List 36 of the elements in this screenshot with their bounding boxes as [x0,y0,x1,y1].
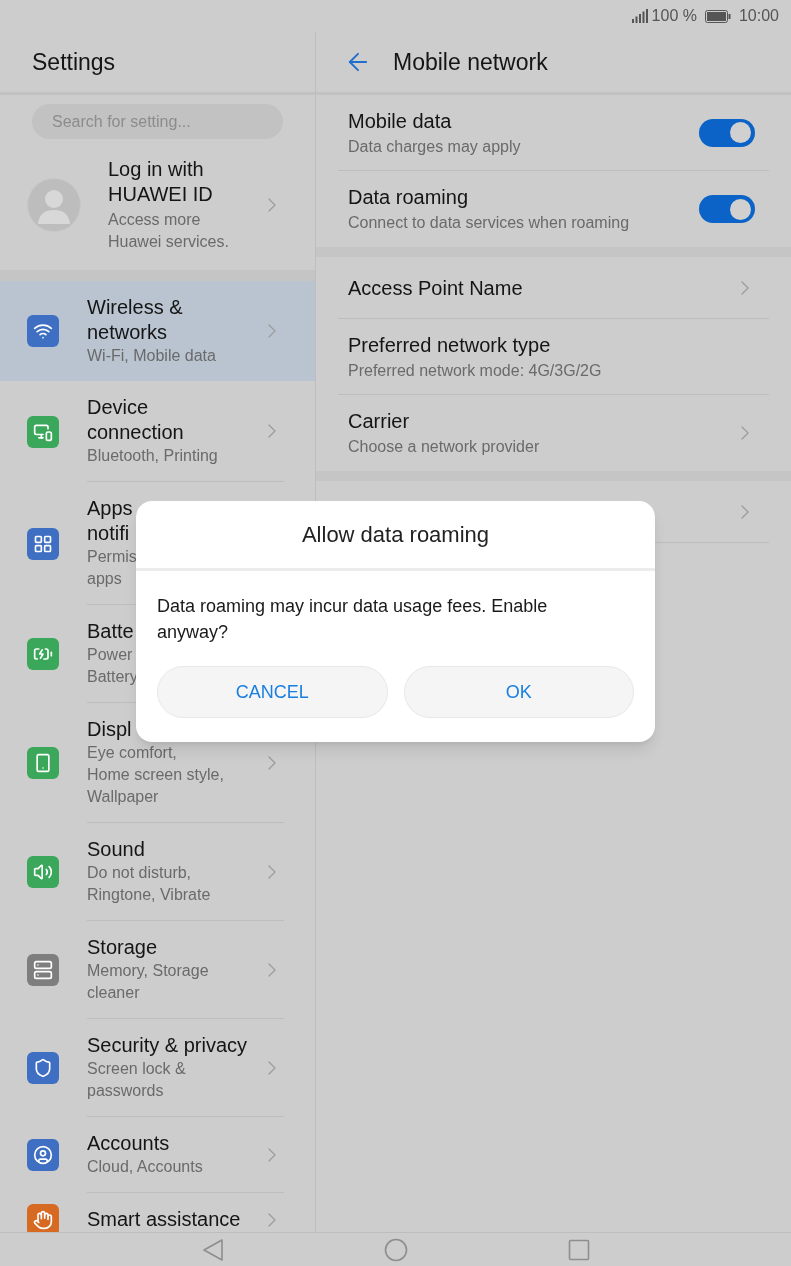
row-title: Preferred network type [348,332,552,358]
item-title: Apps notifi [87,496,133,546]
item-subtitle: Permis apps [87,547,137,589]
row-subtitle: Choose a network provider [348,437,541,457]
item-subtitle: Cloud, Accounts [87,1157,203,1177]
page-title: Mobile network [393,47,548,77]
item-title: Smart assistance [87,1207,241,1232]
row-subtitle: Data charges may apply [348,136,522,157]
row-title: Mobile data [348,108,453,134]
row-title: Access Point Name [348,275,524,301]
item-title: Security & privacy [87,1033,248,1058]
item-title: Accounts [87,1131,170,1156]
item-subtitle: Wi-Fi, Mobile data [87,346,216,366]
item-title: Storage [87,935,158,960]
item-subtitle: Eye comfort, Home screen style, Wallpaper [87,743,224,807]
item-title: Displ [87,717,132,742]
item-title: Device connection [87,395,184,445]
item-subtitle: Memory, Storage cleaner [87,961,209,1003]
item-title: Wireless & networks [87,295,183,345]
battery-level: 100 % [651,6,697,26]
item-subtitle: Bluetooth, Printing [87,446,218,466]
clock: 10:00 [738,6,779,26]
item-title: Sound [87,837,145,862]
sidebar-title: Settings [32,47,116,77]
account-subtitle: Access more Huawei services. [108,209,230,252]
row-subtitle: Preferred network mode: 4G/3G/2G [348,360,603,381]
row-title: Data roaming [348,185,470,210]
item-subtitle: Power Battery [87,645,138,687]
row-title: Carrier [348,409,411,434]
item-subtitle: Screen lock & passwords [87,1059,186,1101]
row-subtitle: Connect to data services when roaming [348,213,631,233]
item-subtitle: Do not disturb, Ringtone, Vibrate [87,863,211,905]
dialog-title: Allow data roaming [301,521,490,549]
account-title: Log in with HUAWEI ID [108,156,214,207]
item-title: Batte [87,619,134,644]
dialog-message: Data roaming may incur data usage fees. Enable anyway? [156,595,549,644]
